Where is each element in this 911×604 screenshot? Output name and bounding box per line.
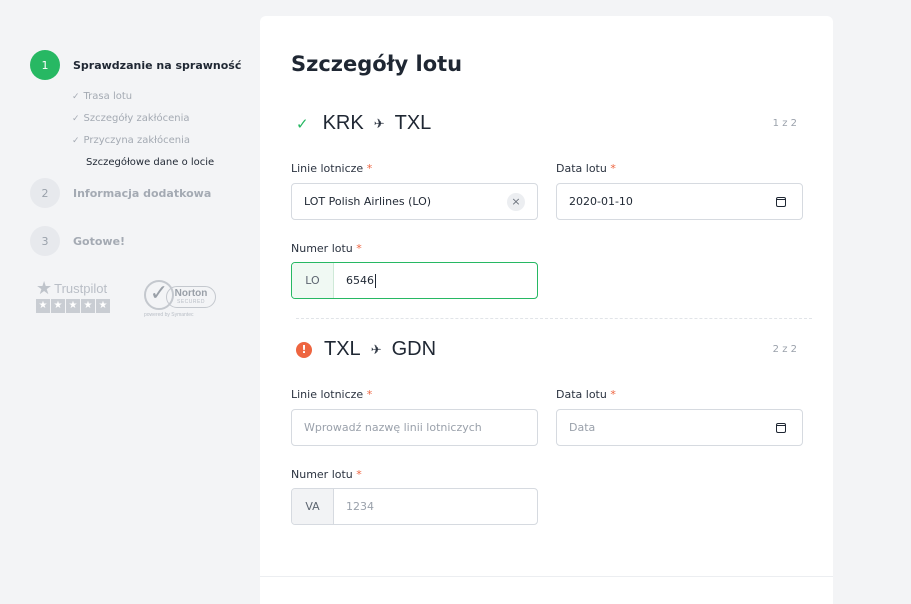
flight-number-input[interactable]: VA 1234 — [291, 488, 538, 525]
airline-label: Linie lotnicze * — [291, 162, 373, 175]
flight-number-placeholder: 1234 — [346, 500, 374, 513]
star-icon: ★ — [66, 299, 80, 313]
check-icon: ✓ — [72, 114, 80, 124]
star-icon: ★ — [36, 278, 53, 298]
segment-1-from: KRK — [322, 112, 364, 134]
star-icon: ★ — [51, 299, 65, 313]
flight-details-card: Szczegóły lotu ✓ KRK ✈ TXL 1 z 2 Linie l… — [260, 16, 833, 604]
star-icon: ★ — [81, 299, 95, 313]
check-icon: ✓ — [72, 136, 80, 146]
calendar-icon[interactable] — [776, 196, 786, 207]
date-label: Data lotu * — [556, 388, 616, 401]
airline-input[interactable]: LOT Polish Airlines (LO) × — [291, 183, 538, 220]
segment-2-from: TXL — [324, 338, 361, 360]
progress-sidebar: 1 Sprawdzanie na sprawność ✓ Trasa lotu … — [0, 0, 260, 604]
flight-number-label: Numer lotu * — [291, 242, 362, 255]
substep-disruption-details[interactable]: ✓ Szczegóły zakłócenia — [72, 108, 214, 130]
substep-flight-details: Szczegółowe dane o locie — [86, 152, 214, 174]
substep-label: Szczegóły zakłócenia — [83, 113, 190, 124]
segment-2-route: ! TXL ✈ GDN — [296, 338, 436, 361]
norton-name: Norton — [174, 288, 208, 299]
step-2: 2 Informacja dodatkowa — [30, 178, 211, 208]
step-3-number: 3 — [30, 226, 60, 256]
trustpilot-badge: ★ Trustpilot ★ ★ ★ ★ ★ — [36, 278, 114, 313]
segment-1-route: ✓ KRK ✈ TXL — [296, 112, 431, 135]
segment-2-to: GDN — [391, 338, 437, 360]
calendar-icon[interactable] — [776, 422, 786, 433]
rating-stars: ★ ★ ★ ★ ★ — [36, 299, 114, 313]
substep-disruption-cause[interactable]: ✓ Przyczyna zakłócenia — [72, 130, 214, 152]
substep-label: Przyczyna zakłócenia — [83, 135, 191, 146]
check-icon: ✓ — [296, 115, 309, 133]
date-placeholder: Data — [569, 421, 596, 434]
airline-code-prefix: LO — [292, 263, 334, 298]
date-label: Data lotu * — [556, 162, 616, 175]
clear-icon[interactable]: × — [507, 192, 525, 211]
flight-number-value: 6546 — [346, 273, 376, 288]
norton-check-icon: ✓ — [144, 280, 174, 310]
step-3-label: Gotowe! — [73, 234, 126, 248]
airline-value: LOT Polish Airlines (LO) — [304, 195, 432, 208]
footer-divider — [260, 576, 833, 577]
flight-number-input[interactable]: LO 6546 — [291, 262, 538, 299]
trust-badges: ★ Trustpilot ★ ★ ★ ★ ★ Norton SECURED ✓ … — [36, 278, 228, 320]
airline-placeholder: Wprowadź nazwę linii lotniczych — [304, 421, 482, 434]
segment-1-to: TXL — [394, 112, 432, 134]
segment-1-counter: 1 z 2 — [772, 118, 797, 129]
step-2-label: Informacja dodatkowa — [73, 186, 212, 200]
substep-label: Trasa lotu — [83, 91, 133, 102]
step-1: 1 Sprawdzanie na sprawność — [30, 50, 241, 80]
norton-badge: Norton SECURED ✓ powered by Symantec — [144, 280, 228, 320]
norton-powered: powered by Symantec — [144, 312, 194, 318]
airline-input[interactable]: Wprowadź nazwę linii lotniczych — [291, 409, 538, 446]
date-input[interactable]: 2020-01-10 — [556, 183, 803, 220]
norton-secured: SECURED — [177, 299, 205, 305]
warning-icon: ! — [296, 341, 312, 358]
flight-number-label: Numer lotu * — [291, 468, 362, 481]
star-icon: ★ — [36, 299, 50, 313]
check-icon: ✓ — [72, 92, 80, 102]
substep-list: ✓ Trasa lotu ✓ Szczegóły zakłócenia ✓ Pr… — [72, 86, 214, 174]
step-2-number: 2 — [30, 178, 60, 208]
date-input[interactable]: Data — [556, 409, 803, 446]
step-3: 3 Gotowe! — [30, 226, 125, 256]
airline-label: Linie lotnicze * — [291, 388, 373, 401]
segment-divider — [296, 318, 812, 319]
substep-route[interactable]: ✓ Trasa lotu — [72, 86, 214, 108]
substep-label: Szczegółowe dane o locie — [86, 157, 215, 168]
step-1-number: 1 — [30, 50, 60, 80]
page-title: Szczegóły lotu — [291, 52, 463, 76]
airline-code-prefix: VA — [292, 489, 334, 524]
trustpilot-name: Trustpilot — [54, 280, 108, 296]
segment-2-counter: 2 z 2 — [772, 344, 797, 355]
plane-icon: ✈ — [370, 341, 382, 357]
text-caret — [375, 273, 376, 288]
plane-icon: ✈ — [373, 115, 385, 131]
star-icon: ★ — [96, 299, 110, 313]
step-1-label: Sprawdzanie na sprawność — [73, 58, 242, 72]
date-value: 2020-01-10 — [569, 195, 633, 208]
